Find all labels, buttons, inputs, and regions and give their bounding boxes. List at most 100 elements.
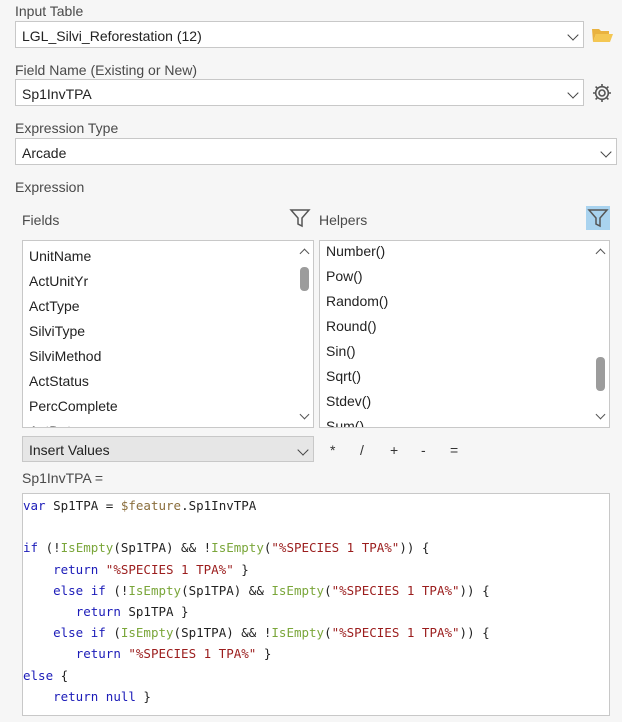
code-token: else if: [53, 625, 106, 641]
code-token: (: [324, 582, 332, 598]
folder-open-icon[interactable]: [591, 25, 615, 45]
chevron-down-icon[interactable]: [299, 409, 310, 420]
code-line[interactable]: return null }: [23, 686, 490, 707]
list-item[interactable]: Pow(): [320, 264, 592, 289]
insert-values-dropdown[interactable]: Insert Values: [22, 436, 314, 462]
code-line[interactable]: else if (!IsEmpty(Sp1TPA) && IsEmpty("%S…: [23, 580, 490, 601]
code-line[interactable]: if (!IsEmpty(Sp1TPA) && !IsEmpty("%SPECI…: [23, 537, 490, 558]
expression-type-value: Arcade: [22, 145, 67, 161]
list-item[interactable]: Number(): [320, 241, 592, 264]
scroll-thumb[interactable]: [300, 267, 309, 291]
list-item[interactable]: ActDate: [23, 419, 296, 427]
code-token: )) {: [459, 582, 490, 598]
list-item[interactable]: Random(): [320, 289, 592, 314]
code-token: Sp1TPA }: [120, 604, 189, 620]
code-line[interactable]: else {: [23, 665, 490, 686]
list-item[interactable]: PercComplete: [23, 394, 296, 419]
equals-button[interactable]: =: [450, 442, 458, 458]
list-item[interactable]: Sum(): [320, 414, 592, 427]
input-table-value: LGL_Silvi_Reforestation (12): [22, 28, 202, 44]
input-table-combo[interactable]: LGL_Silvi_Reforestation (12): [15, 21, 584, 48]
code-token: )) {: [399, 540, 430, 556]
funnel-icon[interactable]: [289, 207, 311, 229]
multiply-button[interactable]: *: [330, 442, 335, 458]
code-token: IsEmpty: [271, 582, 325, 598]
code-line[interactable]: return "%SPECIES 1 TPA%" }: [23, 643, 490, 664]
code-token: (!: [105, 582, 129, 598]
code-token: "%SPECIES 1 TPA%": [271, 540, 400, 556]
code-line[interactable]: var Sp1TPA = $feature.Sp1InvTPA: [23, 495, 490, 516]
chevron-down-icon[interactable]: [567, 29, 579, 41]
code-token: var: [23, 498, 46, 513]
list-item[interactable]: SilviType: [23, 319, 296, 344]
code-token: )) {: [459, 625, 490, 641]
helpers-label: Helpers: [319, 212, 368, 228]
helpers-list[interactable]: Number() Pow() Random() Round() Sin() Sq…: [319, 240, 610, 428]
code-line[interactable]: else if (IsEmpty(Sp1TPA) && !IsEmpty("%S…: [23, 622, 490, 643]
list-item[interactable]: UnitName: [23, 244, 296, 269]
chevron-down-icon[interactable]: [567, 87, 579, 99]
chevron-down-icon[interactable]: [297, 444, 309, 456]
chevron-down-icon[interactable]: [600, 146, 612, 158]
code-token: return null: [53, 688, 136, 704]
code-token: IsEmpty: [60, 540, 114, 556]
code-token: "%SPECIES 1 TPA%": [331, 582, 460, 598]
code-token: IsEmpty: [271, 625, 325, 641]
code-token: else: [23, 667, 54, 683]
fields-label: Fields: [22, 212, 60, 228]
chevron-up-icon[interactable]: [595, 248, 606, 259]
divide-button[interactable]: /: [360, 442, 364, 458]
code-token: .Sp1InvTPA: [181, 498, 257, 513]
code-token: IsEmpty: [120, 625, 174, 641]
gear-icon[interactable]: [591, 82, 613, 104]
plus-button[interactable]: +: [390, 442, 398, 458]
code-line[interactable]: return "%SPECIES 1 TPA%" }: [23, 559, 490, 580]
code-token: (Sp1TPA) && !: [113, 540, 212, 556]
list-item[interactable]: Round(): [320, 314, 592, 339]
expression-type-combo[interactable]: Arcade: [15, 138, 617, 165]
code-token: return: [75, 604, 121, 620]
code-token: if: [23, 540, 39, 556]
code-token: $feature: [120, 498, 182, 513]
list-item[interactable]: ActType: [23, 294, 296, 319]
helpers-scrollbar[interactable]: [592, 241, 609, 427]
code-line[interactable]: return Sp1TPA }: [23, 601, 490, 622]
expression-label: Expression: [15, 179, 85, 195]
list-item[interactable]: Sin(): [320, 339, 592, 364]
code-token: }: [256, 646, 272, 662]
minus-button[interactable]: -: [421, 442, 426, 458]
code-token: }: [233, 561, 249, 577]
code-token: "%SPECIES 1 TPA%": [105, 561, 234, 577]
chevron-up-icon[interactable]: [299, 248, 310, 259]
code-token: return: [75, 646, 121, 662]
field-name-combo[interactable]: Sp1InvTPA: [15, 79, 584, 106]
list-item[interactable]: SilviMethod: [23, 344, 296, 369]
expression-editor[interactable]: var Sp1TPA = $feature.Sp1InvTPA if (!IsE…: [22, 493, 610, 716]
code-line[interactable]: [23, 516, 490, 537]
insert-values-label: Insert Values: [29, 442, 110, 458]
scroll-thumb[interactable]: [596, 357, 605, 391]
code-token: }: [135, 688, 151, 704]
chevron-down-icon[interactable]: [595, 409, 606, 420]
list-item[interactable]: Stdev(): [320, 389, 592, 414]
input-table-label: Input Table: [15, 3, 84, 19]
target-field-label: Sp1InvTPA =: [22, 470, 104, 486]
code-token: (Sp1TPA) &&: [181, 582, 272, 598]
list-item[interactable]: ActStatus: [23, 369, 296, 394]
fields-scrollbar[interactable]: [296, 241, 313, 427]
fields-list[interactable]: UnitName ActUnitYr ActType SilviType Sil…: [22, 240, 314, 428]
code-token: (!: [38, 540, 61, 556]
list-item[interactable]: Sqrt(): [320, 364, 592, 389]
funnel-icon[interactable]: [586, 206, 610, 230]
list-item[interactable]: ActUnitYr: [23, 269, 296, 294]
code-token: IsEmpty: [128, 582, 182, 598]
code-token: (: [105, 625, 121, 641]
field-name-value: Sp1InvTPA: [22, 86, 92, 102]
code-token: else if: [53, 582, 106, 598]
